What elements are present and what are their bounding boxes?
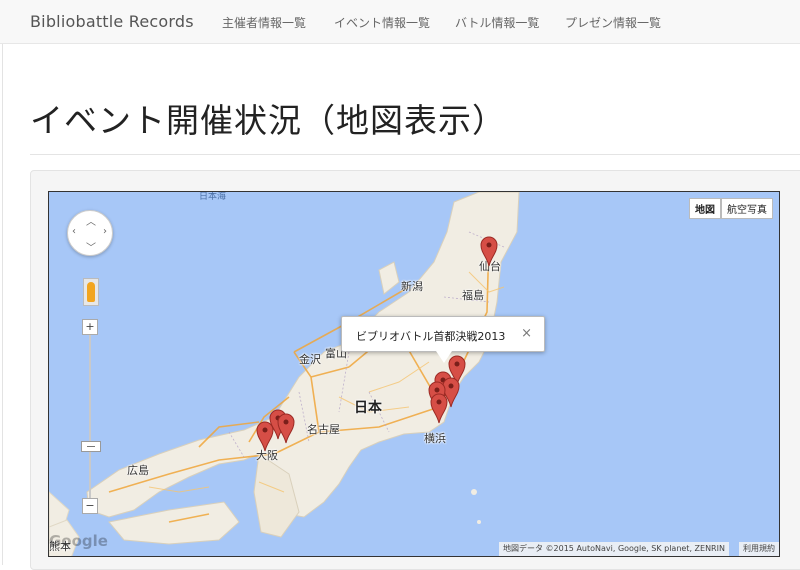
label-japan: 日本 bbox=[354, 400, 382, 416]
info-window-title: ビブリオバトル首都決戦2013 bbox=[356, 330, 506, 343]
google-logo: Google bbox=[49, 532, 108, 550]
nav-organizers[interactable]: 主催者情報一覧 bbox=[222, 14, 306, 31]
street-view-pegman-icon[interactable] bbox=[83, 278, 99, 306]
event-marker[interactable] bbox=[479, 235, 499, 267]
brand-link[interactable]: Bibliobattle Records bbox=[30, 12, 194, 31]
info-window: ビブリオバトル首都決戦2013 × bbox=[341, 316, 545, 363]
label-nagoya: 名古屋 bbox=[307, 423, 340, 436]
terms-of-use-link[interactable]: 利用規約 bbox=[739, 542, 779, 556]
map-type-map-button[interactable]: 地図 bbox=[689, 198, 721, 219]
navbar: Bibliobattle Records 主催者情報一覧 イベント情報一覧 バト… bbox=[0, 0, 800, 44]
land-shapes bbox=[49, 192, 520, 556]
event-marker[interactable] bbox=[276, 412, 296, 444]
pan-control[interactable]: ︿ ﹀ ‹ › bbox=[67, 210, 113, 256]
nav-presentations[interactable]: プレゼン情報一覧 bbox=[565, 14, 661, 31]
map-attribution: 地図データ ©2015 AutoNavi, Google, SK planet,… bbox=[499, 542, 729, 556]
pan-left-icon[interactable]: ‹ bbox=[72, 226, 76, 237]
zoom-slider-thumb[interactable] bbox=[81, 441, 101, 452]
nav-events[interactable]: イベント情報一覧 bbox=[334, 14, 430, 31]
event-marker[interactable] bbox=[429, 392, 449, 424]
pan-down-icon[interactable]: ﹀ bbox=[86, 239, 96, 254]
close-icon[interactable]: × bbox=[521, 326, 532, 341]
label-fukushima: 福島 bbox=[462, 289, 484, 302]
pan-right-icon[interactable]: › bbox=[103, 226, 107, 237]
info-window-tail bbox=[436, 351, 452, 363]
label-japan-sea: 日本海 bbox=[199, 192, 227, 202]
label-yokohama: 横浜 bbox=[424, 432, 446, 445]
title-divider bbox=[30, 154, 800, 155]
pan-up-icon[interactable]: ︿ bbox=[86, 213, 96, 228]
zoom-in-button[interactable]: + bbox=[82, 319, 98, 335]
zoom-out-button[interactable]: − bbox=[82, 498, 98, 514]
left-border bbox=[2, 44, 3, 565]
page-title: イベント開催状況（地図表示） bbox=[30, 101, 506, 140]
label-hiroshima: 広島 bbox=[127, 464, 149, 477]
event-marker[interactable] bbox=[255, 420, 275, 452]
label-niigata: 新潟 bbox=[401, 280, 423, 293]
label-kanazawa: 金沢 bbox=[299, 353, 321, 366]
zoom-slider-track[interactable] bbox=[89, 326, 91, 502]
map-type-satellite-button[interactable]: 航空写真 bbox=[721, 198, 773, 219]
map-type-control: 地図 航空写真 bbox=[689, 198, 773, 219]
map-canvas[interactable]: 日本海 日本 仙台 新潟 福島 富山 金沢 名古屋 大阪 広島 横浜 熊本 地図… bbox=[48, 191, 780, 557]
nav-battles[interactable]: バトル情報一覧 bbox=[455, 14, 539, 31]
